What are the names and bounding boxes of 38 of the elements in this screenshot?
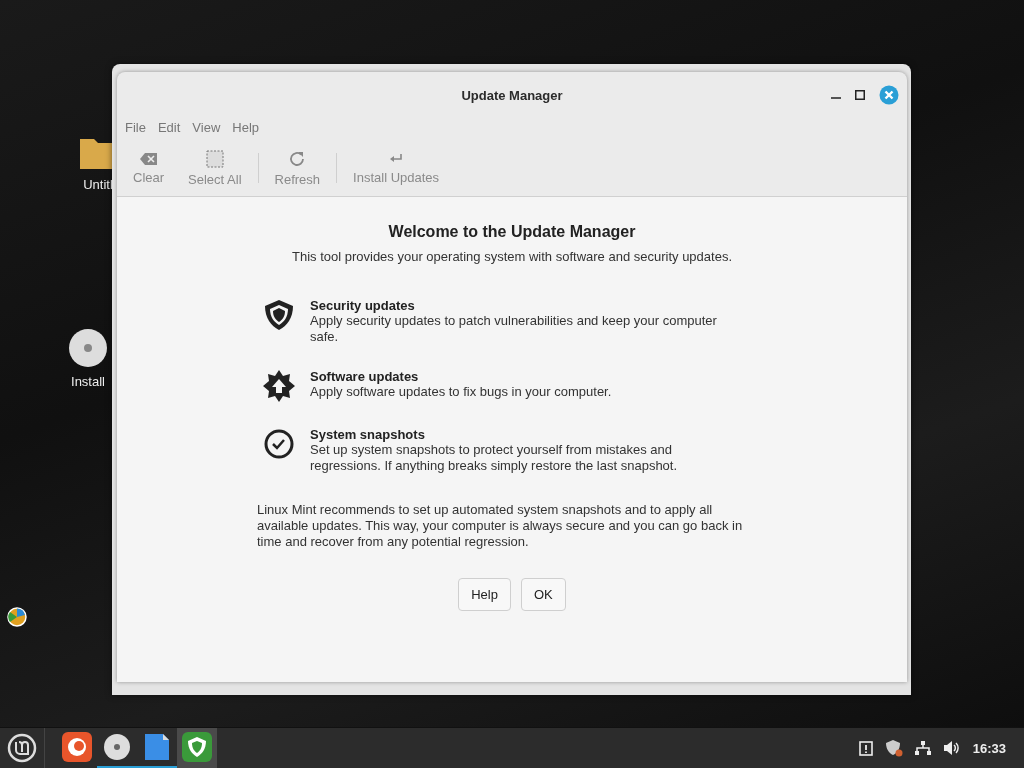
- color-wheel-icon[interactable]: [7, 607, 27, 627]
- window-title: Update Manager: [461, 87, 563, 103]
- desktop-icon-label[interactable]: Install: [71, 374, 105, 389]
- selection-icon: [205, 149, 224, 168]
- clock[interactable]: 16:33: [972, 740, 1006, 756]
- clipboard-alert-icon[interactable]: [858, 740, 873, 756]
- disc-icon: [68, 328, 108, 368]
- feature-description: Apply security updates to patch vulnerabilities and keep your computer safe.: [310, 313, 718, 345]
- network-icon[interactable]: [914, 740, 931, 756]
- desktop-icon-label[interactable]: Untitl: [83, 177, 113, 192]
- firefox-icon: [62, 732, 92, 762]
- volume-icon[interactable]: [942, 740, 961, 756]
- feature-description: Set up system snapshots to protect yourself from mistakes and regressions. If anything breaks simply restore the last snapshot.: [310, 442, 679, 474]
- feature-description: Apply software updates to fix bugs in your computer.: [310, 384, 613, 400]
- menu-item[interactable]: Edit: [153, 119, 185, 135]
- shield-icon[interactable]: [884, 739, 903, 757]
- document-icon: [143, 732, 171, 762]
- recommendation-text: Linux Mint recommends to set up automated system snapshots and to apply all available updates. This way, your computer is always secure and you can go back in time and recover from any potential regression.: [257, 502, 744, 550]
- feature-title: System snapshots: [310, 427, 426, 442]
- mint-logo-icon[interactable]: [7, 733, 37, 763]
- shield-icon: [182, 732, 212, 762]
- intro-text: This tool provides your operating system with software and security updates.: [291, 249, 732, 264]
- backspace-icon: [139, 151, 158, 166]
- taskbar-app[interactable]: [177, 728, 217, 768]
- shield-icon: [262, 298, 296, 332]
- disc-icon: [103, 733, 131, 761]
- dialog-button[interactable]: Help: [458, 578, 511, 611]
- starburst-arrow-icon: [262, 369, 296, 403]
- menu-item[interactable]: View: [188, 119, 225, 135]
- dialog-button[interactable]: OK: [520, 578, 566, 611]
- menu-item[interactable]: File: [121, 119, 150, 135]
- feature-title: Software updates: [310, 369, 420, 384]
- menu-item[interactable]: Help: [228, 119, 264, 135]
- refresh-icon: [288, 149, 307, 168]
- close-icon[interactable]: [879, 85, 899, 105]
- welcome-heading: Welcome to the Update Manager: [388, 223, 636, 241]
- maximize-icon[interactable]: [855, 90, 865, 100]
- feature-title: Security updates: [310, 298, 416, 313]
